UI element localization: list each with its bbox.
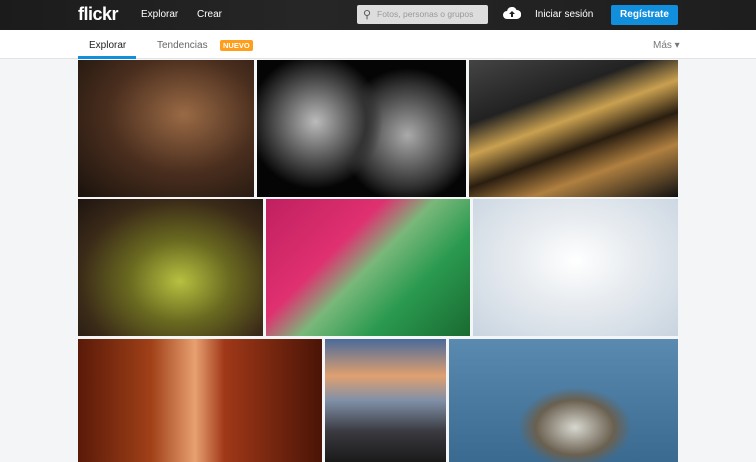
search-placeholder: Fotos, personas o grupos — [377, 9, 474, 19]
flickr-logo[interactable]: flickr — [78, 4, 119, 25]
nav-crear[interactable]: Crear — [197, 9, 222, 20]
top-bar: flickr Explorar Crear ⚲ Fotos, personas o… — [0, 0, 756, 30]
active-tab-indicator — [78, 56, 136, 59]
photo-rocky-coast[interactable] — [325, 339, 446, 462]
photo-knit-fabric[interactable] — [266, 199, 470, 336]
more-menu[interactable]: Más ▾ — [653, 40, 680, 51]
photo-abandoned-house[interactable] — [78, 60, 254, 197]
tab-tendencias[interactable]: Tendencias — [157, 40, 208, 51]
cloud-upload-icon[interactable] — [503, 7, 521, 20]
new-badge: NUEVO — [220, 40, 253, 51]
sub-nav: Explorar Tendencias NUEVO Más ▾ — [0, 30, 756, 59]
photo-water-drops[interactable] — [78, 199, 263, 336]
photo-bw-portrait[interactable] — [257, 60, 466, 197]
photo-slot-canyon[interactable] — [78, 339, 322, 462]
tab-explorar[interactable]: Explorar — [89, 40, 126, 51]
signup-button[interactable]: Regístrate — [611, 5, 678, 25]
nav-explorar[interactable]: Explorar — [141, 9, 178, 20]
login-link[interactable]: Iniciar sesión — [535, 9, 593, 20]
photo-gold-ring[interactable] — [469, 60, 678, 197]
search-input[interactable]: ⚲ Fotos, personas o grupos — [357, 5, 488, 24]
photo-pintail-duck[interactable] — [449, 339, 678, 462]
search-icon: ⚲ — [363, 9, 372, 21]
photo-tulle-bundle[interactable] — [473, 199, 678, 336]
